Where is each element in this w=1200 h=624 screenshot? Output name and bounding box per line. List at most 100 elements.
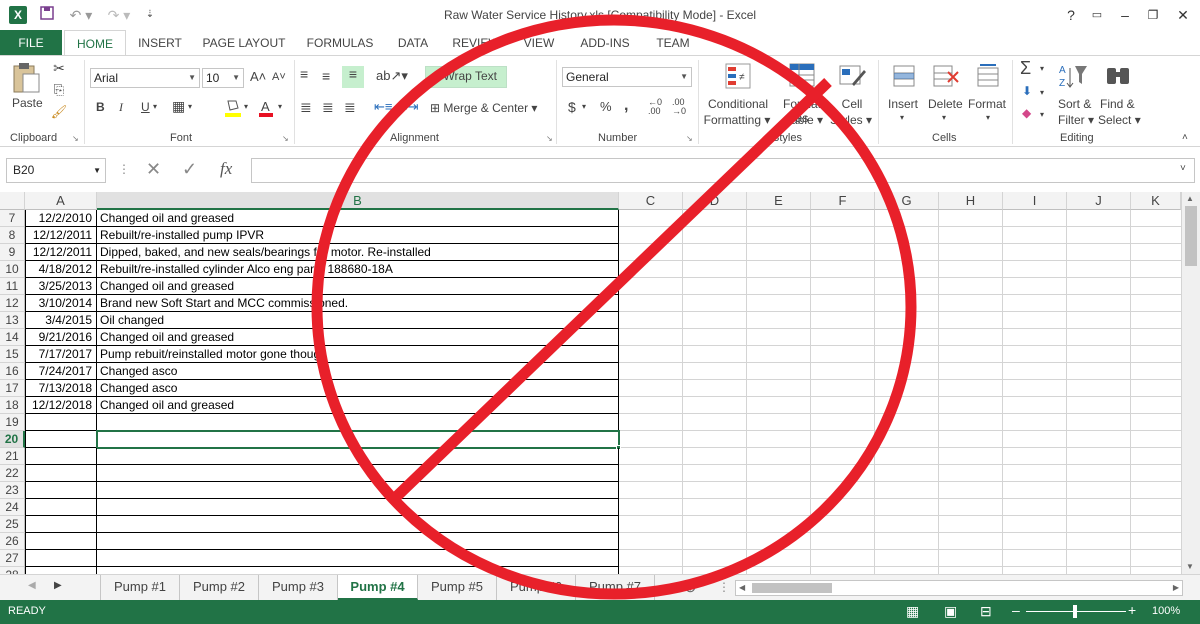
row-header[interactable]: 8	[0, 227, 25, 244]
cell-description[interactable]: Rebuilt/re-installed pump IPVR	[97, 227, 619, 244]
tab-page-layout[interactable]: PAGE LAYOUT	[196, 30, 292, 56]
row-header[interactable]: 23	[0, 482, 25, 499]
format-as-table-icon[interactable]	[788, 62, 816, 90]
bottom-align-icon[interactable]: ≡	[342, 66, 364, 88]
column-header-c[interactable]: C	[619, 192, 683, 210]
tab-add-ins[interactable]: ADD-INS	[572, 30, 638, 56]
delete-cells-button[interactable]: Delete	[928, 97, 963, 111]
cell-date[interactable]	[25, 533, 97, 550]
cell-description[interactable]: Pump rebuit/reinstalled motor gone thoug…	[97, 346, 619, 363]
sheet-tab-pump-5[interactable]: Pump #5	[418, 575, 497, 600]
formula-input[interactable]	[251, 158, 1195, 183]
cell-date[interactable]	[25, 431, 97, 448]
format-cells-dropdown-icon[interactable]: ▾	[986, 113, 990, 122]
tab-data[interactable]: DATA	[388, 30, 438, 56]
cell-date[interactable]: 9/21/2016	[25, 329, 97, 346]
font-color-icon[interactable]: A	[258, 98, 274, 118]
cell-date[interactable]: 3/4/2015	[25, 312, 97, 329]
cell-date[interactable]: 4/18/2012	[25, 261, 97, 278]
column-header-f[interactable]: F	[811, 192, 875, 210]
copy-icon[interactable]: ⎘	[50, 82, 68, 98]
insert-cells-button[interactable]: Insert	[888, 97, 918, 111]
cell-description[interactable]	[97, 550, 619, 567]
cell-description[interactable]: Changed oil and greased	[97, 278, 619, 295]
currency-button[interactable]: $	[568, 99, 576, 115]
cell-description[interactable]: Changed oil and greased	[97, 329, 619, 346]
column-header-h[interactable]: H	[939, 192, 1003, 210]
find-select-label-1[interactable]: Find &	[1100, 97, 1135, 111]
cell-description[interactable]	[97, 482, 619, 499]
cancel-entry-icon[interactable]: ✕	[146, 159, 161, 180]
fill-color-dropdown-icon[interactable]: ▾	[244, 102, 248, 111]
cell-styles-icon[interactable]	[838, 62, 866, 90]
sheet-tab-pump-2[interactable]: Pump #2	[180, 575, 259, 600]
column-header-j[interactable]: J	[1067, 192, 1131, 210]
align-left-icon[interactable]: ≣	[300, 99, 312, 116]
grow-font-icon[interactable]: A˄	[250, 69, 266, 84]
format-painter-icon[interactable]: 🖌	[50, 104, 68, 120]
row-header[interactable]: 12	[0, 295, 25, 312]
row-header[interactable]: 14	[0, 329, 25, 346]
sheet-tab-pump-4[interactable]: Pump #4	[338, 575, 418, 600]
font-name-combo[interactable]: Arial ▼	[90, 68, 200, 88]
fill-dropdown-icon[interactable]: ▾	[1040, 88, 1044, 97]
clear-dropdown-icon[interactable]: ▾	[1040, 110, 1044, 119]
next-sheet-icon[interactable]: ▶	[54, 580, 62, 591]
formula-bar-options-icon[interactable]: ⋮	[118, 162, 130, 176]
collapse-ribbon-icon[interactable]: ˄	[1182, 132, 1188, 143]
cell-description[interactable]: Changed asco	[97, 363, 619, 380]
conditional-formatting-icon[interactable]: ≠	[724, 62, 752, 90]
cell-date[interactable]: 7/24/2017	[25, 363, 97, 380]
tab-formulas[interactable]: FORMULAS	[300, 30, 380, 56]
row-header[interactable]: 22	[0, 465, 25, 482]
cell-date[interactable]	[25, 550, 97, 567]
scroll-left-icon[interactable]: ◀	[739, 583, 745, 592]
number-launcher-icon[interactable]: ↘	[686, 134, 693, 143]
clear-icon[interactable]: ◆	[1022, 106, 1031, 120]
cell-date[interactable]: 7/13/2018	[25, 380, 97, 397]
cell-date[interactable]: 3/25/2013	[25, 278, 97, 295]
column-header-g[interactable]: G	[875, 192, 939, 210]
bold-button[interactable]: B	[96, 100, 105, 114]
middle-align-icon[interactable]: ≡	[322, 68, 330, 84]
cell-description[interactable]	[97, 499, 619, 516]
tab-review[interactable]: REVIEW	[446, 30, 506, 56]
expand-formula-bar-icon[interactable]: ˅	[1180, 163, 1186, 174]
name-box-dropdown-icon[interactable]: ▼	[93, 159, 101, 182]
scroll-up-icon[interactable]: ▲	[1186, 194, 1194, 203]
row-header[interactable]: 7	[0, 210, 25, 227]
format-as-table-label-2[interactable]: Table ▾	[780, 113, 828, 127]
percent-button[interactable]: %	[600, 99, 612, 114]
column-header-b[interactable]: B	[97, 192, 619, 210]
number-format-combo[interactable]: General ▼	[562, 67, 692, 87]
row-header[interactable]: 15	[0, 346, 25, 363]
cell-description[interactable]: Changed asco	[97, 380, 619, 397]
cell-date[interactable]: 12/12/2011	[25, 244, 97, 261]
sheet-tab-pump-1[interactable]: Pump #1	[100, 575, 180, 600]
tab-view[interactable]: VIEW	[514, 30, 564, 56]
name-box[interactable]: B20 ▼	[6, 158, 106, 183]
row-header[interactable]: 27	[0, 550, 25, 567]
restore-icon[interactable]: ❐	[1140, 2, 1166, 28]
cell-description[interactable]: Rebuilt/re-installed cylinder Alco eng p…	[97, 261, 619, 278]
format-cells-button[interactable]: Format	[968, 97, 1006, 111]
borders-icon[interactable]: ▦	[172, 98, 185, 115]
confirm-entry-icon[interactable]: ✓	[182, 159, 197, 180]
page-break-view-icon[interactable]: ⊟	[980, 603, 992, 620]
currency-dropdown-icon[interactable]: ▾	[582, 102, 586, 111]
new-sheet-icon[interactable]: ⊕	[684, 578, 697, 596]
orientation-icon[interactable]: ab↗▾	[376, 68, 408, 84]
column-header-k[interactable]: K	[1131, 192, 1181, 210]
autosum-dropdown-icon[interactable]: ▾	[1040, 64, 1044, 73]
row-header[interactable]: 25	[0, 516, 25, 533]
sheet-tab-pump-3[interactable]: Pump #3	[259, 575, 338, 600]
align-right-icon[interactable]: ≣	[344, 99, 356, 116]
align-center-icon[interactable]: ≣	[322, 99, 334, 116]
sheet-tab-pump-6[interactable]: Pump #6	[497, 575, 576, 600]
clipboard-launcher-icon[interactable]: ↘	[72, 134, 79, 143]
cell-date[interactable]: 12/12/2011	[25, 227, 97, 244]
zoom-out-icon[interactable]: –	[1012, 602, 1020, 618]
row-header[interactable]: 21	[0, 448, 25, 465]
cell-date[interactable]	[25, 499, 97, 516]
wrap-text-button[interactable]: ⇌ Wrap Text	[430, 69, 497, 83]
